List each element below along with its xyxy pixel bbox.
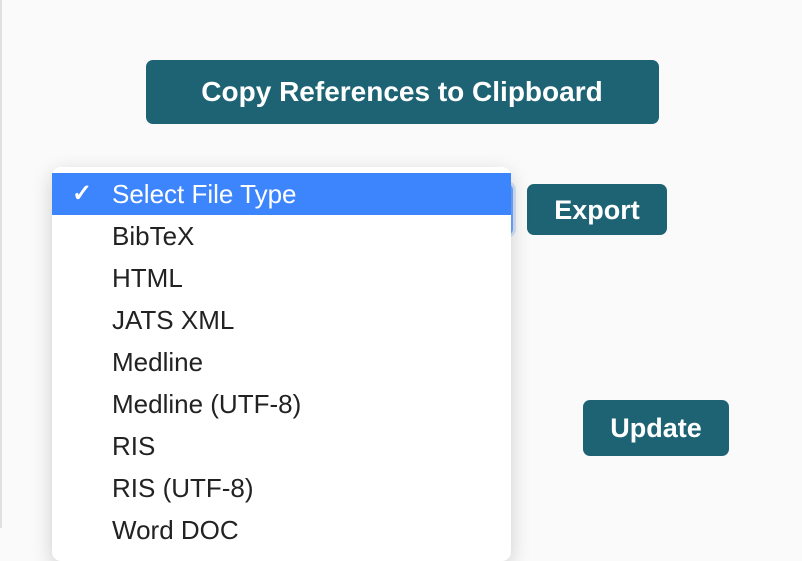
export-button[interactable]: Export [527, 184, 667, 235]
file-type-option[interactable]: Select File Type [52, 173, 511, 215]
update-button[interactable]: Update [583, 400, 729, 456]
file-type-option[interactable]: HTML [52, 257, 511, 299]
file-type-option[interactable]: Word DOC [52, 509, 511, 551]
copy-references-button[interactable]: Copy References to Clipboard [146, 60, 659, 124]
file-type-option[interactable]: RIS (UTF-8) [52, 467, 511, 509]
file-type-dropdown-panel: Select File TypeBibTeXHTMLJATS XMLMedlin… [52, 167, 511, 561]
file-type-option[interactable]: Medline [52, 341, 511, 383]
file-type-option[interactable]: BibTeX [52, 215, 511, 257]
file-type-option[interactable]: JATS XML [52, 299, 511, 341]
file-type-option[interactable]: RIS [52, 425, 511, 467]
file-type-option[interactable]: Medline (UTF-8) [52, 383, 511, 425]
